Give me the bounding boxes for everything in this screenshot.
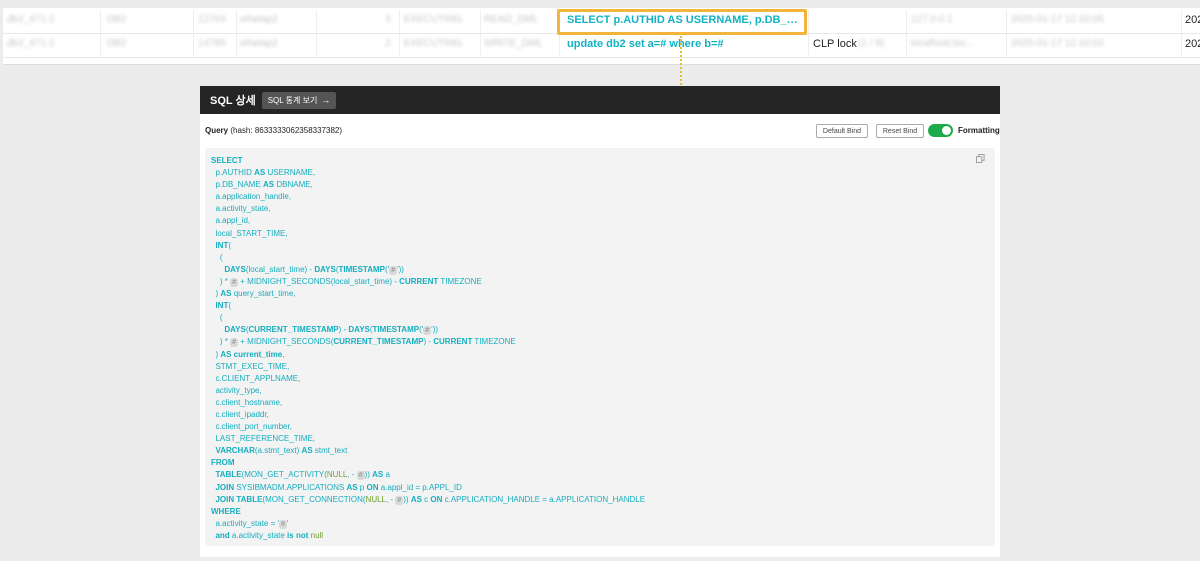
db-type-cell: DB2 — [107, 38, 127, 49]
copy-icon[interactable] — [976, 154, 985, 163]
state-cell: EXECUTING — [404, 14, 463, 25]
default-bind-button[interactable]: Default Bind — [816, 124, 868, 138]
table-row[interactable]: db2_471-1 DB2 14785 whatap2 2 EXECUTING … — [3, 34, 1200, 58]
time-cell: 2025-01-17 12:10:05 — [1011, 14, 1104, 25]
sql-stats-label: SQL 통계 보기 — [267, 95, 318, 105]
date-cell: 2025-01 — [1185, 38, 1200, 50]
sql-code-block[interactable]: SELECT p.AUTHID AS USERNAME, p.DB_NAME A… — [205, 148, 995, 546]
pid-cell: 14785 — [198, 38, 226, 49]
formatting-toggle[interactable] — [928, 124, 953, 137]
count-cell: 3 — [385, 14, 391, 25]
state-cell: EXECUTING — [404, 38, 463, 49]
formatting-label: Formatting — [958, 126, 1000, 135]
host-cell: 127.0.0.1 — [911, 14, 953, 25]
toggle-knob — [942, 126, 951, 135]
host-cell: localhost.loc... — [911, 38, 975, 49]
lock-cell: CLP lock — [813, 38, 857, 50]
type-cell: WRITE_DML — [484, 38, 543, 49]
lock-count-cell: (1 / 8) — [858, 38, 885, 49]
agent-cell: db2_471-1 — [7, 14, 55, 25]
panel-title: SQL 상세 — [210, 95, 256, 107]
user-cell: whatap2 — [240, 14, 278, 25]
agent-cell: db2_471-1 — [7, 38, 55, 49]
time-cell: 2025-01-17 12:10:02 — [1011, 38, 1104, 49]
date-cell: 2025-01 — [1185, 14, 1200, 26]
query-label: Query (hash: 8633333062358337382) — [205, 126, 342, 135]
sql-stats-button[interactable]: SQL 통계 보기 → — [261, 91, 337, 109]
sql-detail-panel: SQL 상세 SQL 통계 보기 → Query (hash: 86333330… — [200, 86, 1000, 557]
panel-header: SQL 상세 SQL 통계 보기 → — [200, 86, 1000, 114]
query-title: Query — [205, 126, 229, 135]
arrow-right-icon: → — [321, 95, 331, 105]
db-type-cell: DB2 — [107, 14, 127, 25]
pid-cell: 12764 — [198, 14, 226, 25]
connector-line — [680, 36, 682, 88]
user-cell: whatap2 — [240, 38, 278, 49]
query-toolbar: Query (hash: 8633333062358337382) Defaul… — [205, 124, 1000, 138]
sql-text-link[interactable]: update db2 set a=# where b=# — [567, 38, 724, 50]
sql-code-text: SELECT p.AUTHID AS USERNAME, p.DB_NAME A… — [211, 156, 646, 540]
type-cell: READ_DML — [484, 14, 539, 25]
query-hash: (hash: 8633333062358337382) — [230, 126, 343, 135]
count-cell: 2 — [385, 38, 391, 49]
highlight-annotation — [557, 9, 807, 35]
reset-bind-button[interactable]: Reset Bind — [876, 124, 924, 138]
